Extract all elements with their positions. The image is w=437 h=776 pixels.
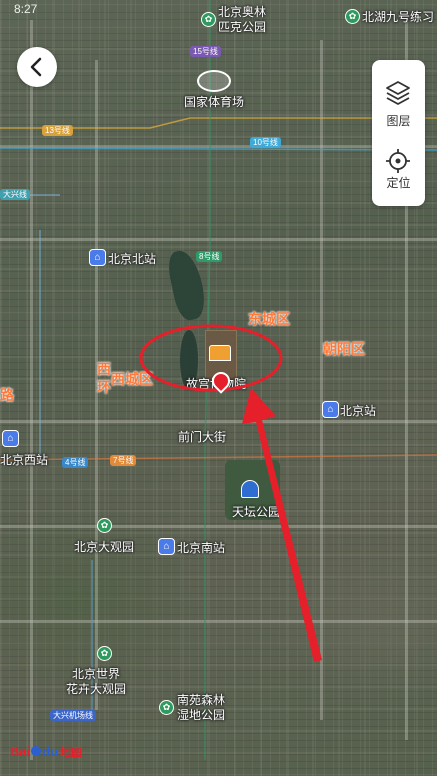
layers-icon — [386, 81, 410, 105]
map-tools-panel: 图层 定位 — [372, 60, 425, 206]
locate-label: 定位 — [386, 176, 411, 190]
logo-du: du — [42, 744, 59, 759]
layers-label: 图层 — [386, 114, 411, 128]
baidu-map-logo: Bai du 地图 — [10, 744, 82, 760]
locate-button[interactable]: 定位 — [372, 133, 425, 206]
logo-bai: Bai — [10, 744, 31, 759]
back-button[interactable] — [17, 47, 57, 87]
palace-icon — [209, 345, 231, 361]
logo-map: 地图 — [60, 747, 83, 759]
chevron-left-icon — [30, 57, 42, 77]
status-time: 8:27 — [14, 2, 38, 16]
logo-paw-icon — [31, 746, 42, 756]
layers-button[interactable]: 图层 — [372, 60, 425, 133]
